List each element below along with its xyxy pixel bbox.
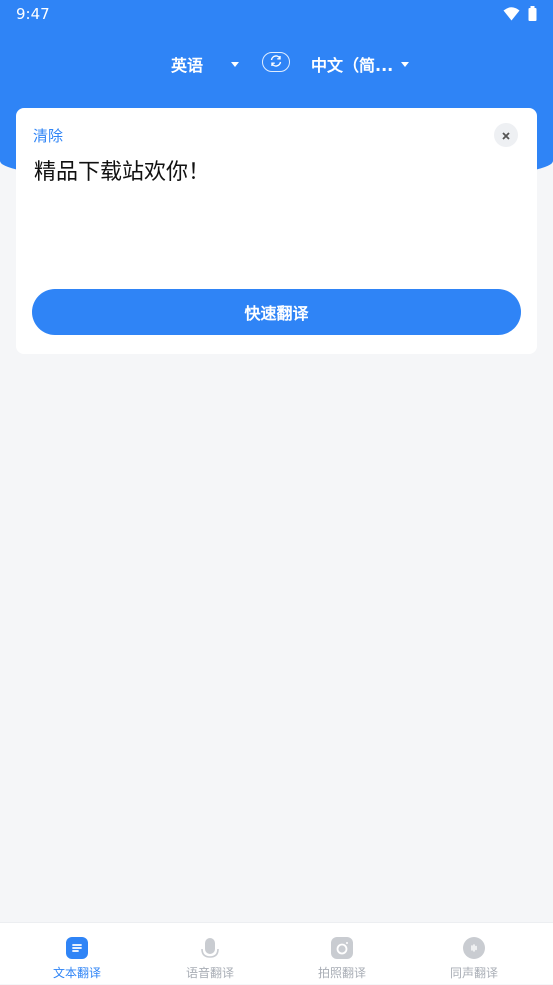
source-language-label: 英语 bbox=[171, 56, 204, 75]
target-language-selector[interactable]: 中文（简... bbox=[311, 52, 410, 76]
clear-button[interactable]: 清除 bbox=[33, 125, 63, 146]
swap-icon bbox=[269, 53, 283, 72]
status-bar: 9:47 bbox=[0, 0, 553, 28]
text-document-icon bbox=[66, 937, 88, 959]
source-text-input[interactable]: 精品下载站欢你！ bbox=[34, 154, 210, 186]
bottom-tab-bar: 文本翻译 语音翻译 拍照翻译 同声翻译 bbox=[0, 922, 553, 984]
wifi-icon bbox=[503, 6, 520, 25]
source-language-selector[interactable]: 英语 bbox=[171, 52, 240, 76]
tab-simultaneous-translate[interactable]: 同声翻译 bbox=[405, 923, 543, 985]
microphone-icon bbox=[199, 937, 221, 959]
translation-input-card: 清除 精品下载站欢你！ 快速翻译 bbox=[16, 108, 537, 354]
battery-icon bbox=[528, 6, 537, 25]
tab-photo-translate[interactable]: 拍照翻译 bbox=[273, 923, 411, 985]
chevron-down-icon bbox=[401, 61, 410, 67]
translate-button[interactable]: 快速翻译 bbox=[32, 289, 521, 335]
status-time: 9:47 bbox=[16, 5, 50, 23]
camera-icon bbox=[331, 937, 353, 959]
tab-text-translate[interactable]: 文本翻译 bbox=[8, 923, 146, 985]
target-language-label: 中文（简... bbox=[311, 56, 394, 75]
tab-voice-translate[interactable]: 语音翻译 bbox=[141, 923, 279, 985]
close-icon bbox=[501, 126, 511, 145]
chevron-down-icon bbox=[231, 61, 240, 67]
close-button[interactable] bbox=[494, 123, 518, 147]
swap-languages-button[interactable] bbox=[262, 52, 290, 72]
language-bar: 英语 中文（简... bbox=[0, 46, 553, 80]
chat-bubble-icon bbox=[463, 937, 485, 959]
